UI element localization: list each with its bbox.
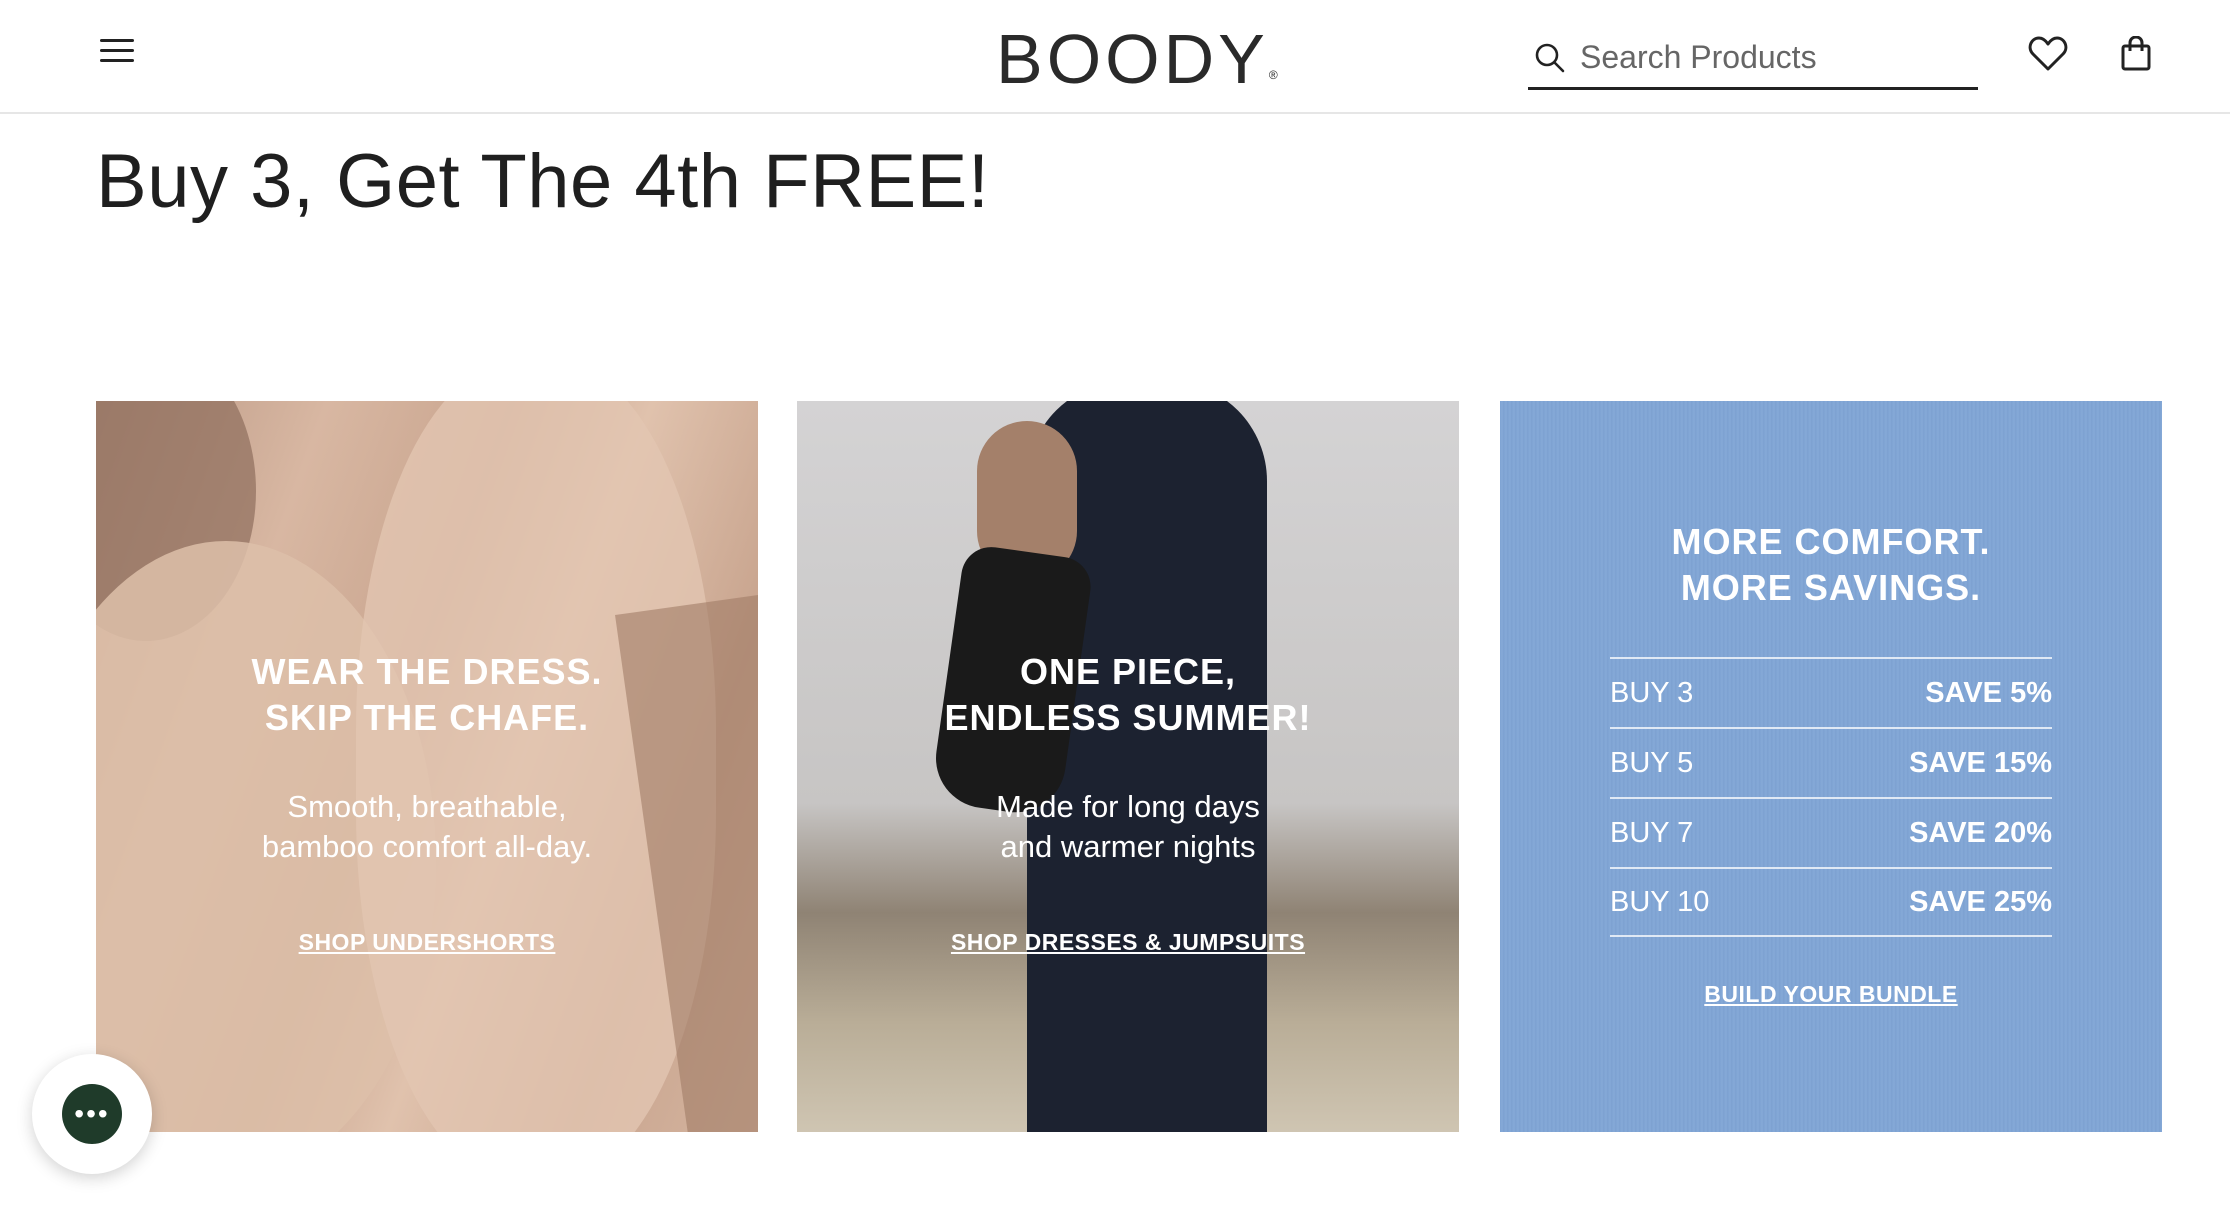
card-link-wrap: SHOP UNDERSHORTS	[96, 929, 758, 956]
card-heading-line: ONE PIECE,	[1019, 651, 1237, 692]
card-heading-line: WEAR THE DRESS.	[251, 651, 603, 692]
logo-registered-mark: ®	[1268, 68, 1282, 82]
card-subtext-line: Smooth, breathable,	[287, 789, 567, 824]
shop-dresses-jumpsuits-link[interactable]: SHOP DRESSES & JUMPSUITS	[951, 929, 1305, 955]
card-subtext: Made for long days and warmer nights	[797, 787, 1459, 867]
bundle-row: BUY 5 SAVE 15%	[1610, 727, 2052, 797]
chat-bubble-icon: •••	[62, 1084, 122, 1144]
bundle-quantity: BUY 3	[1610, 676, 1694, 709]
search-icon	[1535, 43, 1565, 72]
bundle-saving: SAVE 25%	[1909, 885, 2052, 918]
promo-card-undershorts[interactable]: WEAR THE DRESS. SKIP THE CHAFE. Smooth, …	[96, 401, 758, 1132]
chat-button[interactable]: •••	[32, 1054, 152, 1174]
heart-icon	[2028, 36, 2068, 71]
card-heading-line: MORE SAVINGS.	[1680, 567, 1982, 608]
menu-icon[interactable]	[100, 34, 140, 74]
bundle-row: BUY 10 SAVE 25%	[1610, 867, 2052, 937]
search-bar[interactable]	[1528, 28, 1978, 90]
promo-card-dresses[interactable]: ONE PIECE, ENDLESS SUMMER! Made for long…	[797, 401, 1459, 1132]
bundle-saving: SAVE 5%	[1925, 676, 2052, 709]
card-link-wrap: SHOP DRESSES & JUMPSUITS	[797, 929, 1459, 956]
bundle-saving: SAVE 20%	[1909, 816, 2052, 849]
bag-icon	[2121, 36, 2151, 71]
wishlist-button[interactable]	[2026, 32, 2070, 76]
chat-dots: •••	[74, 1098, 110, 1129]
page-title: Buy 3, Get The 4th FREE!	[96, 139, 990, 224]
shop-undershorts-link[interactable]: SHOP UNDERSHORTS	[299, 929, 556, 955]
cart-button[interactable]	[2114, 32, 2158, 76]
card-heading-line: SKIP THE CHAFE.	[264, 697, 590, 738]
brand-logo[interactable]: BOODY®	[996, 14, 1282, 104]
bundle-savings-table: BUY 3 SAVE 5% BUY 5 SAVE 15% BUY 7 SAVE …	[1610, 657, 2052, 937]
card-heading-line: MORE COMFORT.	[1671, 521, 1991, 562]
bundle-saving: SAVE 15%	[1909, 746, 2052, 779]
bundle-quantity: BUY 5	[1610, 746, 1694, 779]
card-heading: WEAR THE DRESS. SKIP THE CHAFE.	[96, 649, 758, 741]
card-link-wrap: BUILD YOUR BUNDLE	[1500, 981, 2162, 1008]
logo-text: BOODY	[996, 20, 1269, 98]
bundle-quantity: BUY 10	[1610, 885, 1710, 918]
bundle-row: BUY 7 SAVE 20%	[1610, 797, 2052, 867]
card-heading: ONE PIECE, ENDLESS SUMMER!	[797, 649, 1459, 741]
card-subtext-line: bamboo comfort all-day.	[261, 829, 593, 864]
card-heading: MORE COMFORT. MORE SAVINGS.	[1500, 519, 2162, 611]
bundle-row: BUY 3 SAVE 5%	[1610, 657, 2052, 727]
promo-card-bundle[interactable]: MORE COMFORT. MORE SAVINGS. BUY 3 SAVE 5…	[1500, 401, 2162, 1132]
card-heading-line: ENDLESS SUMMER!	[944, 697, 1312, 738]
card-subtext-line: Made for long days	[996, 789, 1260, 824]
card-subtext: Smooth, breathable, bamboo comfort all-d…	[96, 787, 758, 867]
bundle-quantity: BUY 7	[1610, 816, 1694, 849]
search-input[interactable]	[1580, 39, 1960, 76]
build-your-bundle-link[interactable]: BUILD YOUR BUNDLE	[1704, 981, 1957, 1007]
site-header: BOODY®	[0, 0, 2230, 114]
card-subtext-line: and warmer nights	[1000, 829, 1256, 864]
